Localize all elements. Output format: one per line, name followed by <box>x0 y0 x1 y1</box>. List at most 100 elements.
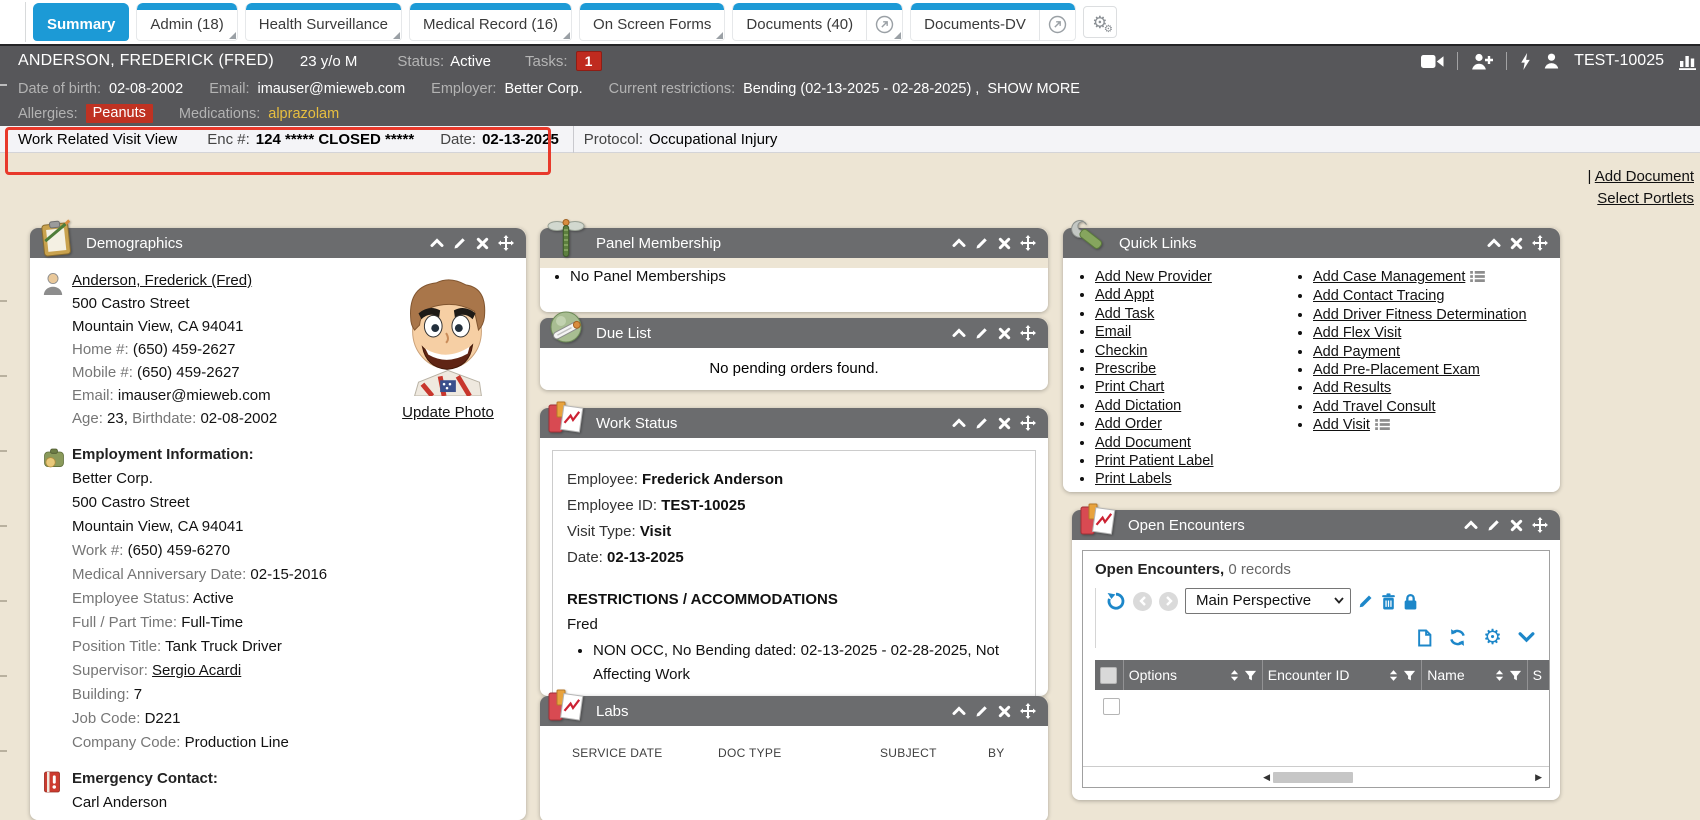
quick-link[interactable]: Add Case Management <box>1313 269 1465 285</box>
patient-name-link[interactable]: Anderson, Frederick (Fred) <box>72 272 252 289</box>
quick-link[interactable]: Print Patient Label <box>1095 453 1214 469</box>
new-record-icon[interactable] <box>1417 629 1432 647</box>
quick-link[interactable]: Add Document <box>1095 435 1191 451</box>
labs-col-doc-type[interactable]: DOC TYPE <box>718 746 880 760</box>
select-all-checkbox[interactable] <box>1100 667 1117 684</box>
move-icon[interactable] <box>498 235 514 251</box>
sort-icon[interactable] <box>1495 669 1504 682</box>
filter-icon[interactable] <box>1244 669 1257 682</box>
close-icon[interactable] <box>998 705 1011 718</box>
quick-link[interactable]: Email <box>1095 324 1131 340</box>
labs-col-subject[interactable]: SUBJECT <box>880 746 988 760</box>
list-icon[interactable] <box>1375 417 1390 435</box>
collapse-icon[interactable] <box>1487 236 1501 250</box>
move-icon[interactable] <box>1020 235 1036 251</box>
expand-icon[interactable] <box>1518 632 1535 643</box>
flowsheet-chart-icon[interactable] <box>1679 52 1699 70</box>
tab-admin[interactable]: Admin (18) <box>136 3 237 41</box>
close-icon[interactable] <box>476 237 489 250</box>
move-icon[interactable] <box>1020 703 1036 719</box>
edit-icon[interactable] <box>453 236 467 250</box>
sort-icon[interactable] <box>1389 669 1398 682</box>
labs-col-by[interactable]: BY <box>988 746 1005 760</box>
quick-link[interactable]: Add Visit <box>1313 417 1370 433</box>
tab-documents-dv[interactable]: Documents-DV <box>910 3 1076 41</box>
filter-icon[interactable] <box>1509 669 1522 682</box>
collapse-icon[interactable] <box>430 236 444 250</box>
delete-perspective-icon[interactable] <box>1381 593 1396 610</box>
next-page-icon[interactable] <box>1159 592 1178 611</box>
quick-link[interactable]: Add Payment <box>1313 344 1400 360</box>
add-person-icon[interactable] <box>1471 53 1493 70</box>
add-document-link[interactable]: Add Document <box>1595 168 1694 185</box>
close-icon[interactable] <box>998 417 1011 430</box>
close-icon[interactable] <box>1510 237 1523 250</box>
edit-icon[interactable] <box>1487 518 1501 532</box>
labs-col-service-date[interactable]: SERVICE DATE <box>572 746 718 760</box>
edit-icon[interactable] <box>975 416 989 430</box>
tab-documents[interactable]: Documents (40) <box>732 3 903 41</box>
quick-link[interactable]: Print Chart <box>1095 379 1164 395</box>
reset-icon[interactable] <box>1106 591 1126 611</box>
external-link-icon[interactable] <box>1039 3 1075 40</box>
list-icon[interactable] <box>1470 269 1485 287</box>
quick-link[interactable]: Add Dictation <box>1095 398 1181 414</box>
scroll-thumb[interactable] <box>1273 772 1353 783</box>
collapse-icon[interactable] <box>952 326 966 340</box>
patient-icon[interactable] <box>1544 53 1559 69</box>
quick-link[interactable]: Add Appt <box>1095 287 1154 303</box>
supervisor-link[interactable]: Sergio Acardi <box>152 662 241 679</box>
scroll-left-icon[interactable]: ◀ <box>1260 772 1273 783</box>
quick-link[interactable]: Add Results <box>1313 380 1391 396</box>
allergy-badge[interactable]: Peanuts <box>86 104 153 123</box>
quick-link[interactable]: Add Order <box>1095 416 1162 432</box>
filter-icon[interactable] <box>1403 669 1416 682</box>
tab-settings-button[interactable]: ⚙ ⚙ <box>1083 6 1117 38</box>
collapse-icon[interactable] <box>1464 518 1478 532</box>
lock-icon[interactable] <box>1403 593 1418 610</box>
show-more-link[interactable]: SHOW MORE <box>987 81 1080 97</box>
medication-value[interactable]: alprazolam <box>268 106 339 122</box>
move-icon[interactable] <box>1020 415 1036 431</box>
edit-icon[interactable] <box>975 704 989 718</box>
collapse-icon[interactable] <box>952 416 966 430</box>
close-icon[interactable] <box>998 327 1011 340</box>
column-header-options[interactable]: Options <box>1124 660 1263 690</box>
tab-summary[interactable]: Summary <box>33 3 129 41</box>
column-header-status[interactable]: S <box>1528 660 1550 690</box>
tab-medical-record[interactable]: Medical Record (16) <box>409 3 572 41</box>
collapse-icon[interactable] <box>952 704 966 718</box>
edit-icon[interactable] <box>975 236 989 250</box>
quick-link[interactable]: Add New Provider <box>1095 269 1212 285</box>
column-header-encounter-id[interactable]: Encounter ID <box>1263 660 1423 690</box>
perspective-select[interactable]: Main Perspective <box>1185 588 1351 614</box>
grid-settings-icon[interactable]: ⚙ <box>1483 627 1502 648</box>
tasks-count-badge[interactable]: 1 <box>576 51 602 71</box>
row-checkbox[interactable] <box>1103 698 1120 715</box>
quick-link[interactable]: Add Task <box>1095 306 1154 322</box>
quick-link[interactable]: Prescribe <box>1095 361 1156 377</box>
quick-link[interactable]: Checkin <box>1095 343 1147 359</box>
video-call-icon[interactable] <box>1421 54 1444 69</box>
quick-link[interactable]: Add Pre-Placement Exam <box>1313 362 1480 378</box>
move-icon[interactable] <box>1020 325 1036 341</box>
lightning-bolt-icon[interactable] <box>1520 53 1531 70</box>
quick-link[interactable]: Add Travel Consult <box>1313 399 1436 415</box>
quick-link[interactable]: Print Labels <box>1095 471 1172 487</box>
external-link-icon[interactable] <box>866 3 902 40</box>
edit-icon[interactable] <box>975 326 989 340</box>
close-icon[interactable] <box>998 237 1011 250</box>
refresh-icon[interactable] <box>1448 628 1467 647</box>
select-portlets-link[interactable]: Select Portlets <box>1597 190 1694 207</box>
move-icon[interactable] <box>1532 235 1548 251</box>
sort-icon[interactable] <box>1230 669 1239 682</box>
move-icon[interactable] <box>1532 517 1548 533</box>
edit-perspective-icon[interactable] <box>1358 593 1374 609</box>
quick-link[interactable]: Add Contact Tracing <box>1313 288 1444 304</box>
quick-link[interactable]: Add Driver Fitness Determination <box>1313 307 1527 323</box>
column-header-name[interactable]: Name <box>1422 660 1527 690</box>
tab-on-screen-forms[interactable]: On Screen Forms <box>579 3 725 41</box>
quick-link[interactable]: Add Flex Visit <box>1313 325 1401 341</box>
scroll-right-icon[interactable]: ▶ <box>1532 772 1545 783</box>
collapse-icon[interactable] <box>952 236 966 250</box>
